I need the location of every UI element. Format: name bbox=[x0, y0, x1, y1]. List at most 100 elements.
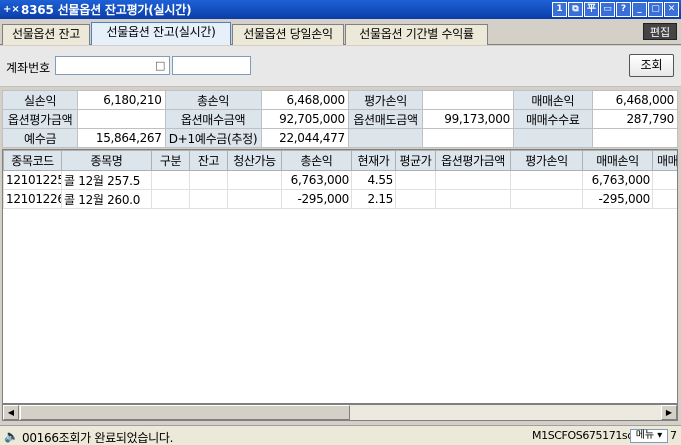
col-header[interactable]: 매매수 bbox=[652, 150, 677, 171]
speaker-icon[interactable]: 🔈 bbox=[4, 429, 19, 443]
cell-closable bbox=[227, 189, 282, 209]
col-header[interactable]: 현재가 bbox=[351, 150, 396, 171]
cell-trade-pnl: 6,763,000 bbox=[582, 170, 653, 190]
col-header[interactable]: 종목명 bbox=[61, 150, 152, 171]
col-header[interactable]: 잔고 bbox=[189, 150, 228, 171]
col-header[interactable]: 매매손익 bbox=[582, 150, 653, 171]
cell-eval-pnl bbox=[510, 170, 583, 190]
tab-balance[interactable]: 선물옵션 잔고 bbox=[2, 24, 90, 45]
title-buttons: 1 ⧉ 平 ▭ ? _ ▢ ✕ bbox=[552, 2, 679, 17]
title-bar: +× 8365 선물옵션 잔고평가(실시간) 1 ⧉ 平 ▭ ? _ ▢ ✕ bbox=[0, 0, 681, 19]
account-separator: □ bbox=[155, 59, 166, 72]
screen-code: M1SCFOS675171scf bbox=[532, 429, 637, 442]
horizontal-scrollbar[interactable]: ◀ ▶ bbox=[2, 404, 678, 421]
summary-value: 6,468,000 bbox=[591, 90, 679, 110]
positions-table-wrap[interactable]: 종목코드 종목명 구분 잔고 청산가능 총손익 현재가 평균가 옵션평가금액 평… bbox=[2, 149, 678, 404]
summary-label bbox=[512, 128, 593, 148]
window-mode-button[interactable]: ▭ bbox=[600, 2, 615, 17]
summary-label: 평가손익 bbox=[347, 90, 424, 110]
col-header[interactable]: 평가손익 bbox=[510, 150, 583, 171]
scroll-right-icon[interactable]: ▶ bbox=[661, 405, 677, 420]
copy-window-button[interactable]: ⧉ bbox=[568, 2, 583, 17]
cell-current-price: 4.55 bbox=[351, 170, 396, 190]
summary-label: 매매수수료 bbox=[512, 109, 593, 129]
col-header[interactable]: 종목코드 bbox=[3, 150, 62, 171]
summary-value: 92,705,000 bbox=[260, 109, 349, 129]
summary-label bbox=[347, 128, 424, 148]
status-digit: 7 bbox=[670, 429, 677, 442]
summary-value bbox=[591, 128, 679, 148]
tab-balance-realtime[interactable]: 선물옵션 잔고(실시간) bbox=[91, 22, 231, 45]
window-title: 8365 선물옵션 잔고평가(실시간) bbox=[21, 3, 192, 17]
cell-total-pnl: 6,763,000 bbox=[281, 170, 352, 190]
cell-code: 121012257 bbox=[3, 170, 62, 190]
tab-daily-pnl[interactable]: 선물옵션 당일손익 bbox=[232, 24, 344, 45]
scroll-left-icon[interactable]: ◀ bbox=[3, 405, 19, 420]
account-label: 계좌번호 bbox=[6, 61, 51, 75]
cell-name: 콜 12월 257.5 bbox=[61, 170, 152, 190]
col-header[interactable]: 평균가 bbox=[395, 150, 436, 171]
cell-option-eval bbox=[435, 189, 511, 209]
col-header[interactable]: 총손익 bbox=[281, 150, 352, 171]
cell-balance bbox=[189, 170, 228, 190]
col-header[interactable]: 구분 bbox=[151, 150, 190, 171]
cell-trade-qty: 25 bbox=[652, 170, 677, 190]
cell-type bbox=[151, 189, 190, 209]
cell-avg-price bbox=[395, 170, 436, 190]
account-number-input[interactable] bbox=[55, 56, 170, 75]
edit-button[interactable]: 편집 bbox=[643, 23, 677, 40]
summary-value: 15,864,267 bbox=[77, 128, 166, 148]
cell-closable bbox=[227, 170, 282, 190]
link-number-button[interactable]: 1 bbox=[552, 2, 567, 17]
summary-row: 예수금 15,864,267 D+1예수금(추정) 22,044,477 bbox=[1, 128, 679, 148]
menu-dropdown[interactable]: 메뉴 ▾ bbox=[630, 429, 668, 443]
summary-value bbox=[422, 90, 514, 110]
summary-label: 실손익 bbox=[1, 90, 79, 110]
col-header[interactable]: 옵션평가금액 bbox=[435, 150, 511, 171]
cell-current-price: 2.15 bbox=[351, 189, 396, 209]
table-header-row: 종목코드 종목명 구분 잔고 청산가능 총손익 현재가 평균가 옵션평가금액 평… bbox=[3, 150, 677, 171]
col-header[interactable]: 청산가능 bbox=[227, 150, 282, 171]
tab-period-return[interactable]: 선물옵션 기간별 수익률 bbox=[345, 24, 488, 45]
summary-label: 예수금 bbox=[1, 128, 79, 148]
cell-option-eval bbox=[435, 170, 511, 190]
account-row: 계좌번호 □ 조회 bbox=[0, 46, 681, 87]
summary-grid: 실손익 6,180,210 총손익 6,468,000 평가손익 매매손익 6,… bbox=[1, 90, 679, 148]
cell-type bbox=[151, 170, 190, 190]
cell-total-pnl: -295,000 bbox=[281, 189, 352, 209]
cell-balance bbox=[189, 189, 228, 209]
tab-bar: 선물옵션 잔고 선물옵션 잔고(실시간) 선물옵션 당일손익 선물옵션 기간별 … bbox=[0, 21, 681, 45]
summary-value: 6,180,210 bbox=[77, 90, 166, 110]
cell-name: 콜 12월 260.0 bbox=[61, 189, 152, 209]
summary-label: 매매손익 bbox=[512, 90, 593, 110]
app-icon: +× bbox=[3, 3, 20, 15]
cell-avg-price bbox=[395, 189, 436, 209]
summary-label: 옵션평가금액 bbox=[1, 109, 79, 129]
positions-table: 종목코드 종목명 구분 잔고 청산가능 총손익 현재가 평균가 옵션평가금액 평… bbox=[3, 150, 677, 209]
summary-value: 22,044,477 bbox=[260, 128, 349, 148]
status-message: 00166조회가 완료되었습니다. bbox=[22, 431, 174, 445]
summary-label: 옵션매수금액 bbox=[164, 109, 262, 129]
cell-trade-qty: 3 bbox=[652, 189, 677, 209]
cell-eval-pnl bbox=[510, 189, 583, 209]
pin-button[interactable]: 平 bbox=[584, 2, 599, 17]
cell-code: 121012260 bbox=[3, 189, 62, 209]
table-row[interactable]: 121012257 콜 12월 257.5 6,763,000 4.55 6,7… bbox=[3, 170, 677, 190]
summary-row: 옵션평가금액 옵션매수금액 92,705,000 옵션매도금액 99,173,0… bbox=[1, 109, 679, 129]
summary-value bbox=[77, 109, 166, 129]
help-button[interactable]: ? bbox=[616, 2, 631, 17]
scroll-thumb[interactable] bbox=[20, 405, 350, 420]
table-row[interactable]: 121012260 콜 12월 260.0 -295,000 2.15 -295… bbox=[3, 189, 677, 209]
summary-label: D+1예수금(추정) bbox=[164, 128, 262, 148]
summary-value: 287,790 bbox=[591, 109, 679, 129]
summary-value bbox=[422, 128, 514, 148]
maximize-button[interactable]: ▢ bbox=[648, 2, 663, 17]
query-button[interactable]: 조회 bbox=[629, 54, 674, 77]
account-password-input[interactable] bbox=[172, 56, 251, 75]
close-button[interactable]: ✕ bbox=[664, 2, 679, 17]
summary-label: 총손익 bbox=[164, 90, 262, 110]
cell-trade-pnl: -295,000 bbox=[582, 189, 653, 209]
summary-row: 실손익 6,180,210 총손익 6,468,000 평가손익 매매손익 6,… bbox=[1, 90, 679, 110]
status-bar: 🔈 00166조회가 완료되었습니다. M1SCFOS675171scf 메뉴 … bbox=[0, 425, 681, 445]
minimize-button[interactable]: _ bbox=[632, 2, 647, 17]
